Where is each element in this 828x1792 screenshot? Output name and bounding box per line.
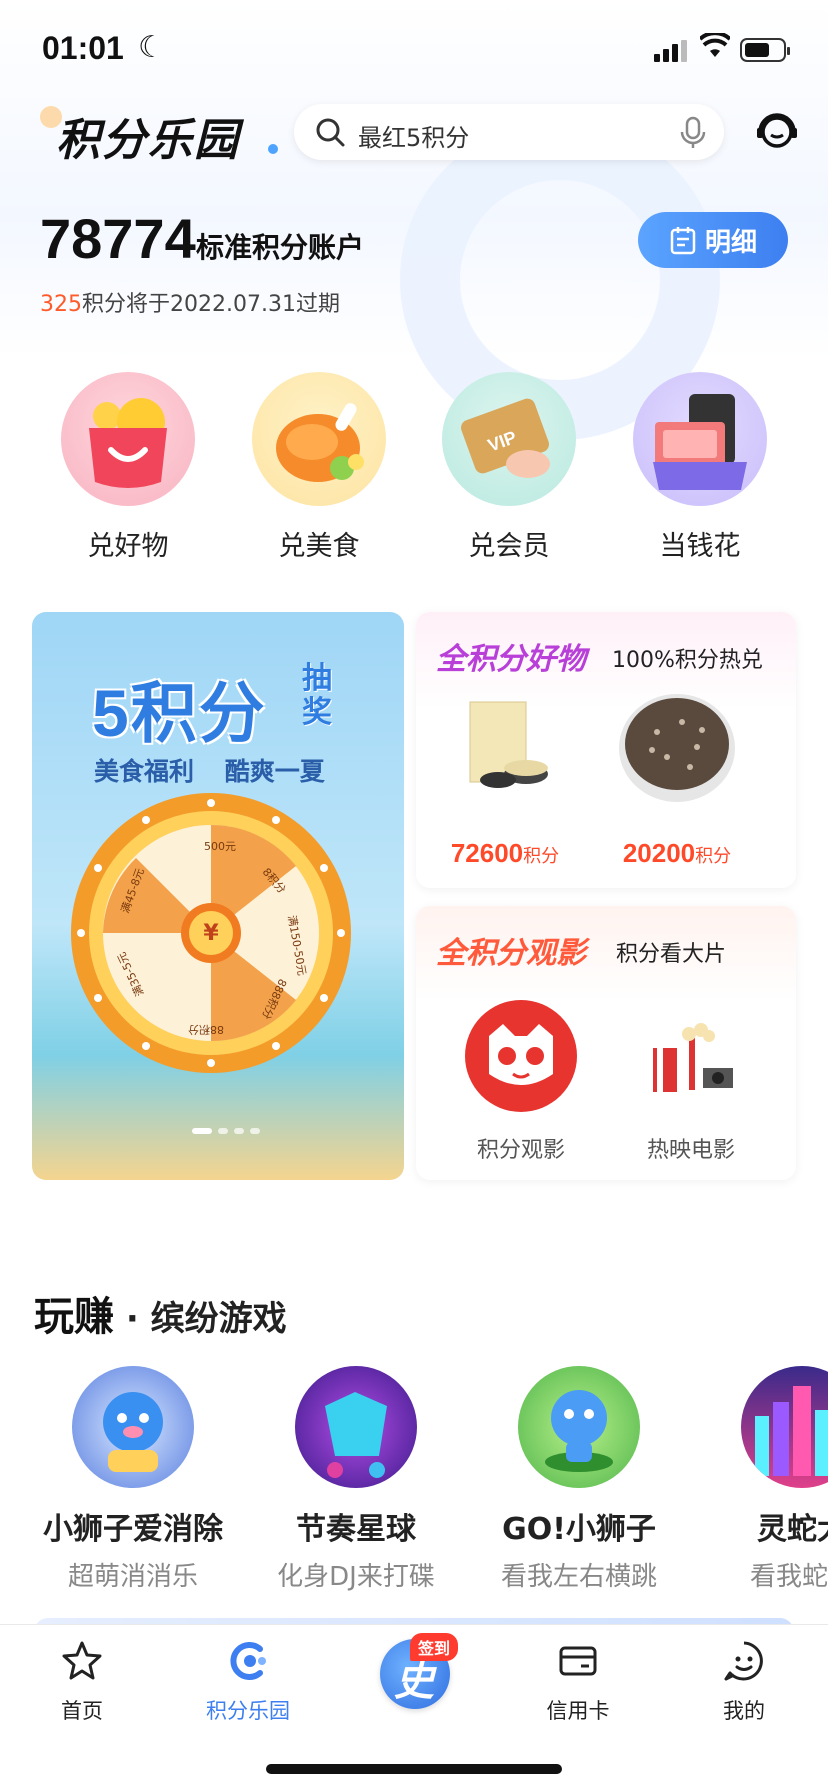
tab-mine[interactable]: 我的 [684, 1639, 804, 1725]
points-account-label: 标准积分账户 [196, 231, 365, 264]
games-section-title: 玩赚 · 缤纷游戏 [34, 1294, 287, 1340]
home-indicator [266, 1764, 562, 1774]
game-desc: 化身DJ来打碟 [277, 1562, 435, 1592]
status-bar: 01:01 ☾ [0, 0, 828, 96]
movie-item-points[interactable]: 积分观影 [446, 998, 596, 1164]
category-food[interactable]: 兑美食 [234, 372, 404, 563]
cat-eye-icon [465, 1000, 577, 1112]
moon-icon: ☾ [138, 30, 165, 65]
lottery-banner[interactable]: 5积分 抽奖 美食福利 酷爽一夏 ¥ 500元 8积分 满150-50元 888… [32, 612, 404, 1180]
category-label: 兑好物 [87, 531, 169, 562]
signal-icon [654, 38, 688, 62]
credit-card-icon [559, 1646, 597, 1676]
snake-game-icon [741, 1366, 828, 1488]
category-goods[interactable]: 兑好物 [43, 372, 213, 563]
tab-label: 积分乐园 [206, 1699, 290, 1723]
wallet-icon [633, 372, 767, 506]
tab-label: 信用卡 [546, 1699, 610, 1723]
goods-card[interactable]: 全积分好物 100%积分热兑 72600积分 20200积分 [416, 612, 796, 888]
tab-label: 我的 [723, 1699, 765, 1723]
game-item[interactable]: 灵蛇大 看我蛇皮 [697, 1366, 828, 1593]
goods-item[interactable]: 72600积分 [430, 692, 580, 882]
movie-card[interactable]: 全积分观影 积分看大片 积分观影 热映电影 [416, 906, 796, 1180]
product-image [619, 694, 735, 802]
popcorn-icon [653, 1023, 733, 1092]
movie-card-title: 全积分观影 [436, 936, 586, 971]
app-logo: 积分乐园 [40, 100, 280, 166]
game-name: 小狮子爱消除 [43, 1512, 223, 1547]
category-cash[interactable]: 当钱花 [615, 372, 785, 563]
expire-amount: 325 [40, 292, 82, 317]
go-lion-icon [518, 1366, 640, 1488]
games-section-subtitle: 缤纷游戏 [150, 1299, 287, 1339]
search-input[interactable]: 最红5积分 [294, 104, 724, 160]
lion-game-icon [72, 1366, 194, 1488]
category-label: 兑会员 [468, 531, 550, 562]
category-vip[interactable]: VIP 兑会员 [424, 372, 594, 563]
points-balance: 78774 [40, 207, 196, 270]
lottery-draw-label: 抽奖 [302, 661, 332, 730]
game-item[interactable]: 小狮子爱消除 超萌消消乐 [28, 1366, 238, 1593]
game-name: 灵蛇大 [757, 1512, 828, 1547]
goods-card-subtitle: 100%积分热兑 [612, 648, 763, 673]
game-name: 节奏星球 [296, 1512, 416, 1547]
goods-price: 72600积分 [450, 838, 560, 868]
product-image [469, 701, 548, 788]
search-icon [316, 118, 345, 147]
tab-label: 首页 [61, 1699, 103, 1723]
rhythm-planet-icon [295, 1366, 417, 1488]
calendar-icon [670, 227, 696, 255]
sign-in-badge: 签到 [410, 1633, 459, 1661]
tab-home[interactable]: 首页 [22, 1639, 142, 1725]
points-park-icon [230, 1642, 266, 1680]
profile-face-icon [724, 1641, 763, 1681]
roast-chicken-icon [252, 372, 386, 506]
category-label: 兑美食 [278, 531, 360, 562]
expire-text: 积分将于2022.07.31过期 [82, 292, 340, 317]
movie-item-label: 热映电影 [646, 1138, 735, 1163]
goods-card-title: 全积分好物 [436, 642, 586, 677]
goods-item[interactable]: 20200积分 [602, 692, 752, 882]
category-row: 兑好物 兑美食 VIP 兑会员 当钱花 [0, 372, 828, 572]
wifi-icon [698, 31, 732, 67]
detail-button[interactable]: 明细 [638, 212, 788, 268]
game-desc: 超萌消消乐 [67, 1562, 198, 1592]
game-desc: 看我左右横跳 [500, 1562, 657, 1592]
battery-icon [740, 38, 790, 62]
carousel-dots [192, 1128, 260, 1134]
microphone-icon[interactable] [678, 116, 708, 150]
search-placeholder: 最红5积分 [358, 124, 470, 152]
vip-card-icon: VIP [442, 372, 576, 506]
tab-credit-card[interactable]: 信用卡 [518, 1639, 638, 1725]
status-time: 01:01 [42, 30, 124, 66]
category-label: 当钱花 [659, 531, 741, 562]
game-name: GO!小狮子 [502, 1512, 656, 1547]
game-desc: 看我蛇皮 [749, 1562, 828, 1592]
movie-card-subtitle: 积分看大片 [616, 942, 727, 967]
prize-wheel: ¥ 500元 8积分 满150-50元 888积分 88积分 满35-5元 满4… [71, 793, 351, 1073]
goods-price: 20200积分 [622, 838, 732, 868]
detail-button-label: 明细 [704, 227, 757, 258]
movie-item-now-showing[interactable]: 热映电影 [616, 998, 766, 1164]
wheel-center: ¥ [203, 921, 219, 946]
lottery-title: 5积分 [92, 676, 267, 750]
wheel-prize: 500元 [204, 840, 236, 853]
movie-item-label: 积分观影 [476, 1138, 565, 1163]
star-icon [62, 1641, 102, 1680]
customer-service-icon[interactable] [754, 108, 800, 154]
lottery-subtitle: 美食福利 酷爽一夏 [94, 757, 325, 786]
tab-points-park[interactable]: 积分乐园 [188, 1639, 308, 1725]
points-expire-notice: 325积分将于2022.07.31过期 [40, 286, 340, 318]
game-item[interactable]: 节奏星球 化身DJ来打碟 [251, 1366, 461, 1593]
shopping-bag-icon [61, 372, 195, 506]
game-item[interactable]: GO!小狮子 看我左右横跳 [474, 1366, 684, 1593]
wheel-prize: 88积分 [188, 1023, 224, 1036]
